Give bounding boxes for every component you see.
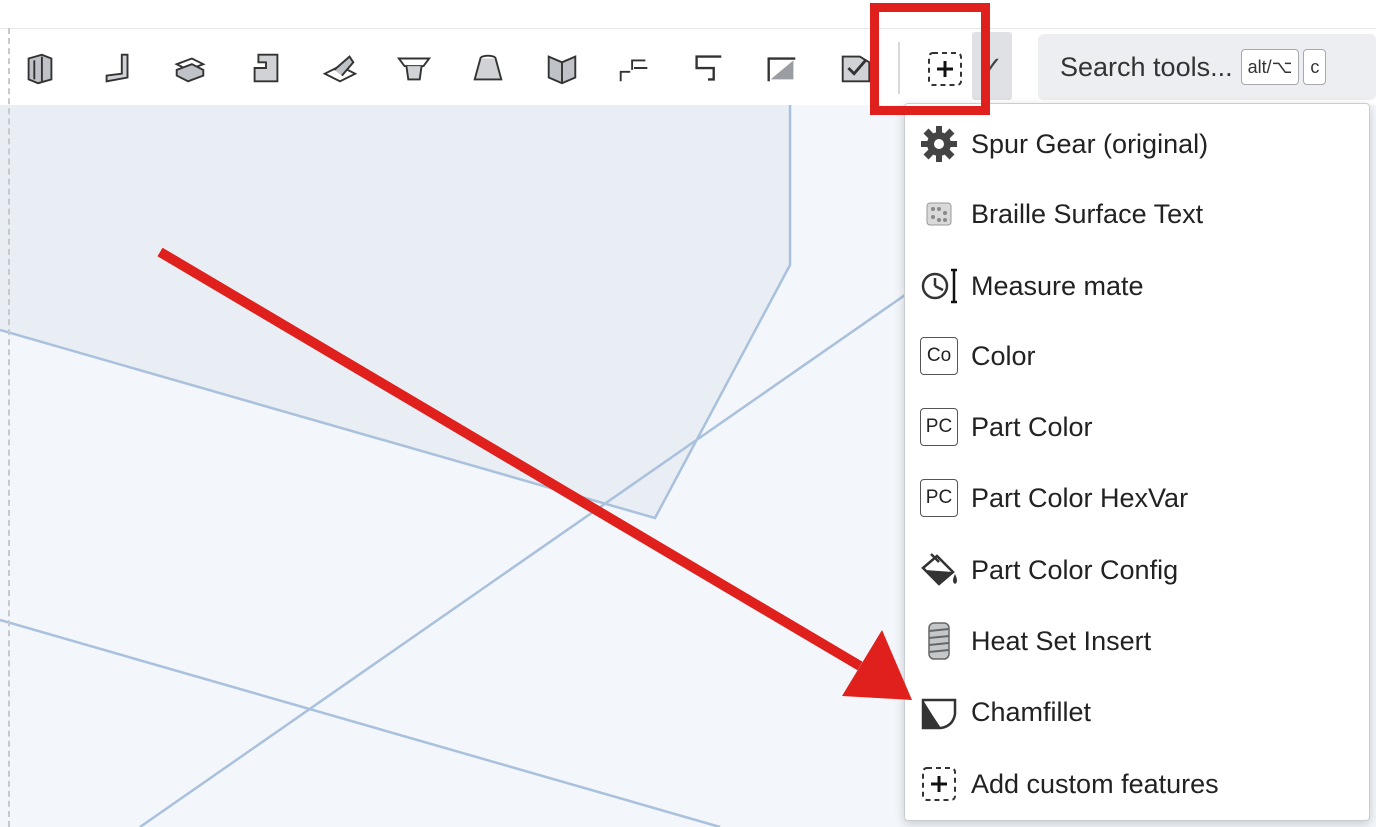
feature-toolbar: ✓ Search tools... alt/⌥ c — [10, 30, 1376, 105]
text-icon: PC — [917, 405, 961, 449]
top-strip — [0, 0, 1376, 29]
menu-item-label: Chamfillet — [971, 696, 1092, 727]
shortcut-key-c: c — [1303, 49, 1327, 85]
custom-features-menu: Spur Gear (original) Braille Surface Tex… — [904, 103, 1370, 821]
menu-item-measure-mate[interactable]: Measure mate — [905, 256, 1369, 316]
menu-item-label: Part Color — [971, 411, 1093, 442]
loft-icon[interactable] — [394, 48, 434, 88]
jog-icon[interactable] — [614, 48, 654, 88]
menu-item-spur-gear[interactable]: Spur Gear (original) — [905, 114, 1369, 174]
bracket-icon[interactable] — [246, 48, 286, 88]
menu-item-color[interactable]: Co Color — [905, 326, 1369, 386]
braille-icon — [917, 192, 961, 236]
menu-item-label: Heat Set Insert — [971, 625, 1152, 656]
frustum-icon[interactable] — [468, 48, 508, 88]
text-icon: Co — [917, 334, 961, 378]
paint-bucket-icon — [917, 548, 961, 592]
left-panel-edge — [0, 28, 10, 827]
menu-item-label: Braille Surface Text — [971, 198, 1204, 229]
menu-item-label: Part Color Config — [971, 554, 1179, 585]
menu-item-braille-surface-text[interactable]: Braille Surface Text — [905, 184, 1369, 244]
bend-relief-icon[interactable] — [688, 48, 728, 88]
menu-item-part-color-config[interactable]: Part Color Config — [905, 540, 1369, 600]
search-tools[interactable]: Search tools... alt/⌥ c — [1038, 34, 1376, 100]
gear-icon — [917, 122, 961, 166]
menu-item-part-color-hexvar[interactable]: PC Part Color HexVar — [905, 468, 1369, 528]
menu-item-label: Color — [971, 340, 1036, 371]
corner-icon[interactable] — [762, 48, 802, 88]
search-input[interactable]: Search tools... — [1060, 52, 1233, 83]
flange-icon[interactable] — [98, 48, 138, 88]
sheet-metal-icon[interactable] — [170, 48, 210, 88]
measure-icon — [917, 264, 961, 308]
menu-item-label: Add custom features — [971, 768, 1219, 799]
menu-item-label: Spur Gear (original) — [971, 128, 1209, 159]
menu-item-heat-set-insert[interactable]: Heat Set Insert — [905, 611, 1369, 671]
shortcut-key-alt: alt/⌥ — [1240, 49, 1300, 85]
insert-icon — [917, 619, 961, 663]
menu-item-label: Measure mate — [971, 270, 1144, 301]
menu-item-chamfillet[interactable]: Chamfillet — [905, 682, 1369, 742]
menu-item-part-color[interactable]: PC Part Color — [905, 397, 1369, 457]
menu-item-label: Part Color HexVar — [971, 482, 1189, 513]
fold-icon[interactable] — [320, 48, 360, 88]
shell-icon[interactable] — [542, 48, 582, 88]
add-custom-feature-icon — [917, 762, 961, 806]
chamfillet-icon — [917, 690, 961, 734]
extrude-icon[interactable] — [20, 48, 60, 88]
text-icon: PC — [917, 476, 961, 520]
menu-item-add-custom-features[interactable]: Add custom features — [905, 754, 1369, 814]
highlight-box-annotation — [870, 3, 990, 115]
